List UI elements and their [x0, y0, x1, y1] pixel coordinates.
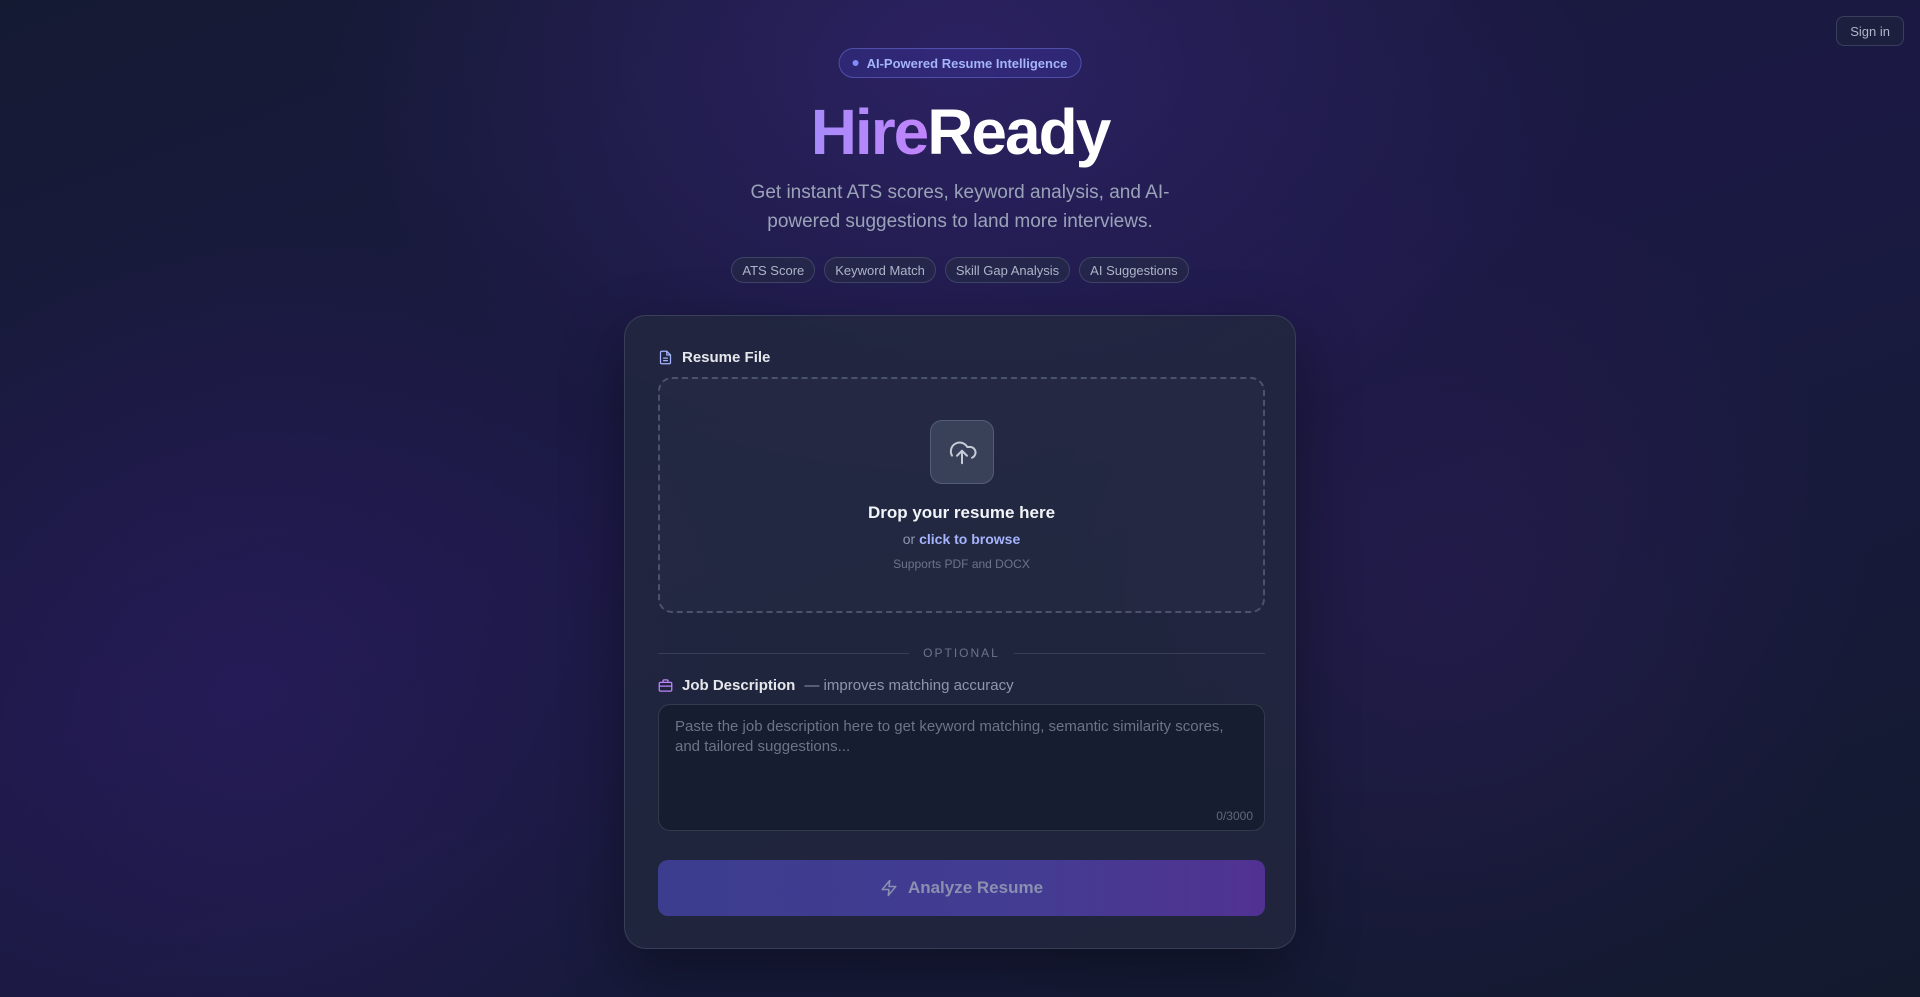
page-subtitle: Get instant ATS scores, keyword analysis… — [750, 182, 1170, 232]
character-counter: 0/3000 — [1216, 809, 1253, 823]
analyze-resume-button[interactable]: Analyze Resume — [658, 860, 1265, 916]
resume-file-label-row: Resume File — [658, 349, 770, 366]
optional-divider: OPTIONAL — [658, 643, 1265, 663]
cloud-upload-icon — [929, 420, 994, 484]
optional-label: OPTIONAL — [923, 646, 1000, 660]
feature-badge: AI-Powered Resume Intelligence — [838, 48, 1082, 78]
sign-in-button[interactable]: Sign in — [1836, 16, 1904, 46]
title-ready: Ready — [927, 96, 1111, 168]
browse-link[interactable]: click to browse — [919, 531, 1020, 547]
job-description-label: Job Description — [682, 677, 796, 694]
feature-chip-keyword-match: Keyword Match — [824, 257, 936, 283]
document-icon — [658, 350, 673, 365]
drop-or-text: or — [902, 531, 916, 547]
badge-text: AI-Powered Resume Intelligence — [866, 55, 1068, 71]
page-title: HireReady — [0, 92, 1920, 172]
feature-chip-ats-score: ATS Score — [731, 257, 816, 283]
title-hire: Hire — [810, 96, 929, 168]
divider-line-left — [658, 652, 910, 654]
supported-formats: Supports PDF and DOCX — [893, 557, 1030, 571]
resume-dropzone[interactable]: Drop your resume here or click to browse… — [658, 377, 1265, 613]
divider-line-right — [1013, 652, 1265, 654]
badge-dot-icon — [852, 60, 859, 66]
feature-chip-ai-suggestions: AI Suggestions — [1079, 257, 1189, 283]
drop-browse-row: or click to browse — [660, 531, 1263, 547]
job-description-label-row: Job Description — improves matching accu… — [658, 677, 1014, 694]
drop-title: Drop your resume here — [867, 503, 1056, 522]
lightning-icon — [880, 879, 898, 897]
job-description-input[interactable] — [658, 704, 1265, 831]
job-description-hint: — improves matching accuracy — [804, 677, 1014, 694]
briefcase-icon — [658, 678, 673, 693]
feature-chips: ATS Score Keyword Match Skill Gap Analys… — [0, 257, 1920, 283]
analyze-resume-label: Analyze Resume — [907, 878, 1044, 897]
resume-form-card: Resume File Drop your resume here or cli… — [624, 315, 1296, 949]
resume-file-label: Resume File — [682, 349, 771, 366]
feature-chip-skill-gap: Skill Gap Analysis — [944, 257, 1071, 283]
